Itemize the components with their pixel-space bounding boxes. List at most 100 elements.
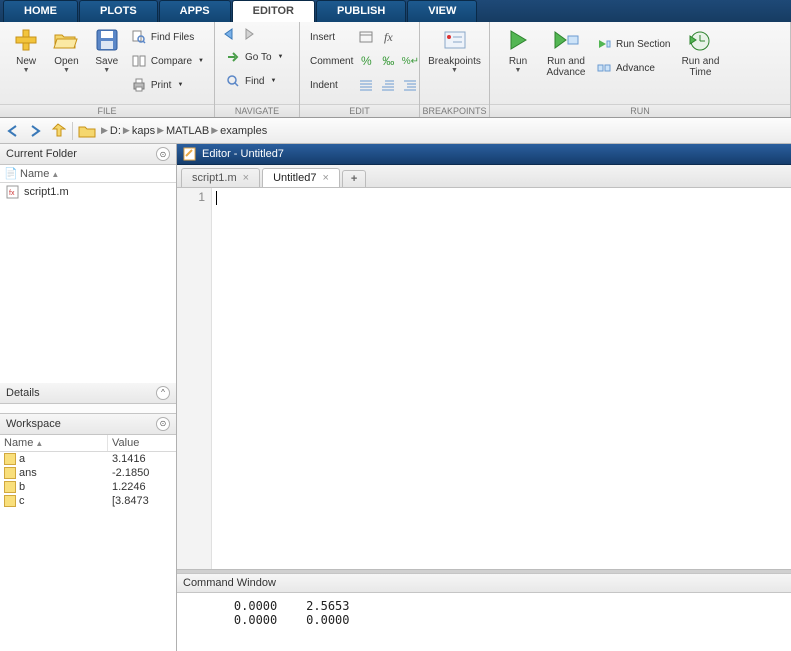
comment-add-icon[interactable]: %: [357, 52, 375, 70]
find-button[interactable]: Find ▼: [221, 71, 280, 91]
insert-fx-icon[interactable]: fx: [379, 28, 397, 46]
file-item[interactable]: fx script1.m: [0, 183, 176, 201]
run-time-button[interactable]: Run and Time: [674, 24, 726, 78]
forward-icon[interactable]: [241, 25, 259, 43]
tab-apps[interactable]: APPS: [159, 0, 231, 22]
indent-right-icon[interactable]: [379, 76, 397, 94]
run-button[interactable]: Run ▼: [496, 24, 540, 74]
run-section-icon: [596, 36, 612, 52]
editor-icon: [183, 147, 197, 161]
tab-plots[interactable]: PLOTS: [79, 0, 158, 22]
dropdown-icon: ▼: [278, 54, 284, 60]
sort-asc-icon: ▲: [35, 439, 43, 448]
indent-left-icon[interactable]: [357, 76, 375, 94]
comment-wrap-icon[interactable]: %↵: [401, 52, 419, 70]
insert-section-icon[interactable]: [357, 28, 375, 46]
insert-button[interactable]: Insert: [306, 27, 357, 47]
workspace-variable[interactable]: b1.2246: [0, 480, 176, 494]
tab-view[interactable]: VIEW: [407, 0, 477, 22]
folder-icon[interactable]: [77, 121, 97, 141]
nav-up-icon[interactable]: [48, 121, 68, 141]
sort-asc-icon: ▲: [51, 170, 59, 179]
dropdown-icon: ▼: [103, 67, 110, 74]
new-button[interactable]: New ▼: [6, 24, 46, 74]
m-file-icon: fx: [6, 185, 20, 199]
breadcrumb[interactable]: ▶D: ▶kaps ▶MATLAB ▶examples: [99, 125, 267, 137]
close-icon[interactable]: ×: [243, 172, 249, 184]
command-window-output[interactable]: 0.0000 2.5653 0.0000 0.0000: [177, 593, 791, 651]
tab-publish[interactable]: PUBLISH: [316, 0, 406, 22]
save-icon: [93, 26, 121, 54]
nav-back-icon[interactable]: [4, 121, 24, 141]
minimize-icon[interactable]: ⊙: [156, 417, 170, 431]
group-label-edit: EDIT: [300, 104, 419, 117]
tab-editor[interactable]: EDITOR: [232, 0, 315, 22]
group-label-file: FILE: [0, 104, 214, 117]
group-label-navigate: NAVIGATE: [215, 104, 299, 117]
ribbon-tabstrip: HOME PLOTS APPS EDITOR PUBLISH VIEW: [0, 0, 791, 22]
indent-smart-icon[interactable]: [401, 76, 419, 94]
close-icon[interactable]: ×: [322, 172, 328, 184]
comment-remove-icon[interactable]: ‰: [379, 52, 397, 70]
breakpoints-icon: [441, 26, 469, 54]
print-button[interactable]: Print ▼: [127, 75, 208, 95]
run-advance-button[interactable]: Run and Advance: [540, 24, 592, 78]
editor-titlebar: Editor - Untitled7: [177, 144, 791, 165]
plus-icon: [12, 26, 40, 54]
goto-button[interactable]: Go To ▼: [221, 47, 287, 67]
minimize-icon[interactable]: ⊙: [156, 147, 170, 161]
editor-tabstrip: script1.m× Untitled7× +: [177, 165, 791, 188]
command-window-panel: Command Window 0.0000 2.5653 0.0000 0.00…: [177, 570, 791, 651]
advance-button[interactable]: Advance: [592, 58, 674, 78]
tab-home[interactable]: HOME: [3, 0, 78, 22]
workspace-header[interactable]: Name▲ Value: [0, 435, 176, 452]
goto-icon: [225, 49, 241, 65]
toolstrip: New ▼ Open ▼ Save ▼ Find Files: [0, 22, 791, 118]
dropdown-icon: ▼: [270, 78, 276, 84]
code-area[interactable]: [212, 188, 791, 569]
dropdown-icon: ▼: [177, 82, 183, 88]
save-button[interactable]: Save ▼: [87, 24, 127, 74]
editor-tab[interactable]: script1.m×: [181, 168, 260, 187]
run-time-icon: [686, 26, 714, 54]
line-gutter: 1: [177, 188, 212, 569]
breakpoints-button[interactable]: Breakpoints ▼: [426, 24, 483, 74]
editor-tab[interactable]: Untitled7×: [262, 168, 340, 187]
find-files-button[interactable]: Find Files: [127, 27, 208, 47]
variable-icon: [4, 495, 16, 507]
svg-text:fx: fx: [9, 190, 15, 197]
indent-button[interactable]: Indent: [306, 75, 357, 95]
compare-button[interactable]: Compare ▼: [127, 51, 208, 71]
variable-icon: [4, 453, 16, 465]
insert-blank-icon[interactable]: [401, 28, 419, 46]
run-advance-icon: [552, 26, 580, 54]
advance-icon: [596, 60, 612, 76]
workspace-list[interactable]: a3.1416 ans-2.1850 b1.2246 c[3.8473: [0, 452, 176, 651]
open-button[interactable]: Open ▼: [46, 24, 86, 74]
dropdown-icon: ▼: [515, 67, 522, 74]
run-icon: [504, 26, 532, 54]
nav-forward-icon[interactable]: [26, 121, 46, 141]
workspace-variable[interactable]: ans-2.1850: [0, 466, 176, 480]
current-folder-header[interactable]: 📄 Name▲: [0, 165, 176, 183]
run-section-button[interactable]: Run Section: [592, 34, 674, 54]
editor-add-tab[interactable]: +: [342, 170, 366, 187]
workspace-variable[interactable]: c[3.8473: [0, 494, 176, 508]
find-files-icon: [131, 29, 147, 45]
group-label-breakpoints: BREAKPOINTS: [420, 104, 489, 117]
back-icon[interactable]: [221, 25, 239, 43]
print-icon: [131, 77, 147, 93]
editor-body[interactable]: 1: [177, 188, 791, 570]
variable-icon: [4, 467, 16, 479]
group-label-run: RUN: [490, 104, 790, 117]
workspace-variable[interactable]: a3.1416: [0, 452, 176, 466]
comment-button[interactable]: Comment: [306, 51, 357, 71]
details-title: Details ^: [0, 383, 176, 404]
command-window-title: Command Window: [177, 573, 791, 593]
right-area: Editor - Untitled7 script1.m× Untitled7×…: [177, 144, 791, 651]
current-folder-list[interactable]: fx script1.m: [0, 183, 176, 383]
variable-icon: [4, 481, 16, 493]
dropdown-icon: ▼: [198, 58, 204, 64]
expand-icon[interactable]: ^: [156, 386, 170, 400]
current-folder-title: Current Folder ⊙: [0, 144, 176, 165]
